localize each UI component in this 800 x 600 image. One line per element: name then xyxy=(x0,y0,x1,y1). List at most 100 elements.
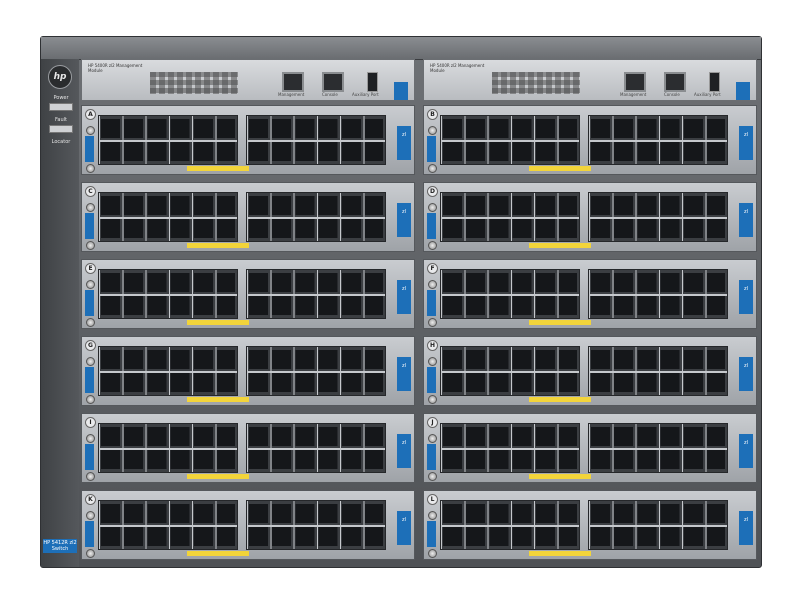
module-pull-tab[interactable]: zl xyxy=(397,203,411,237)
module-left-tab-icon xyxy=(85,444,94,470)
ethernet-port-bank-2[interactable] xyxy=(246,423,386,473)
screw-icon xyxy=(428,395,437,404)
slot-letter: A xyxy=(85,109,96,120)
screw-icon xyxy=(428,318,437,327)
console-port-label: Console xyxy=(322,92,338,97)
status-led-grid-icon xyxy=(492,72,580,94)
line-module-D: Dzl xyxy=(423,182,757,252)
ethernet-port-bank-1[interactable] xyxy=(98,115,238,165)
management-port[interactable] xyxy=(282,72,304,92)
ethernet-port-bank-1[interactable] xyxy=(440,500,580,550)
power-led-label: Power xyxy=(53,95,69,101)
ethernet-port-bank-1[interactable] xyxy=(98,423,238,473)
screw-icon xyxy=(428,357,437,366)
module-pull-tab[interactable]: zl xyxy=(739,280,753,314)
module-pull-tab[interactable] xyxy=(394,82,408,100)
line-module-L: Lzl xyxy=(423,490,757,560)
console-port[interactable] xyxy=(664,72,686,92)
ethernet-port-bank-1[interactable] xyxy=(98,269,238,319)
module-left-tab-icon xyxy=(85,521,94,547)
ethernet-port-bank-2[interactable] xyxy=(246,346,386,396)
slot-letter: G xyxy=(85,340,96,351)
module-pull-tab[interactable]: zl xyxy=(397,357,411,391)
module-left-tab-icon xyxy=(427,136,436,162)
poe-label-icon xyxy=(187,243,249,248)
module-pull-tab[interactable]: zl xyxy=(397,511,411,545)
screw-icon xyxy=(428,203,437,212)
management-port-label: Management xyxy=(620,92,647,97)
ethernet-port-bank-2[interactable] xyxy=(588,500,728,550)
poe-label-icon xyxy=(529,474,591,479)
module-left-tab-icon xyxy=(427,444,436,470)
screw-icon xyxy=(428,549,437,558)
module-pull-tab[interactable] xyxy=(736,82,750,100)
module-pull-tab[interactable]: zl xyxy=(397,434,411,468)
module-pull-tab[interactable]: zl xyxy=(739,203,753,237)
ethernet-port-bank-2[interactable] xyxy=(246,500,386,550)
management-module-1: HP 5400R zl2 Management Module Managemen… xyxy=(81,59,415,101)
screw-icon xyxy=(86,164,95,173)
console-port[interactable] xyxy=(322,72,344,92)
power-led-icon xyxy=(49,103,73,111)
slot-letter: L xyxy=(427,494,438,505)
module-pull-tab[interactable]: zl xyxy=(397,280,411,314)
ethernet-port-bank-2[interactable] xyxy=(588,346,728,396)
screw-icon xyxy=(86,280,95,289)
ethernet-port-bank-1[interactable] xyxy=(440,192,580,242)
line-module-K: Kzl xyxy=(81,490,415,560)
ethernet-port-bank-1[interactable] xyxy=(98,346,238,396)
screw-icon xyxy=(86,318,95,327)
screw-icon xyxy=(428,241,437,250)
line-module-B: Bzl xyxy=(423,105,757,175)
ethernet-port-bank-1[interactable] xyxy=(440,346,580,396)
line-module-G: Gzl xyxy=(81,336,415,406)
ethernet-port-bank-1[interactable] xyxy=(98,500,238,550)
status-led-grid-icon xyxy=(150,72,238,94)
module-left-tab-icon xyxy=(85,290,94,316)
slot-letter: D xyxy=(427,186,438,197)
ethernet-port-bank-2[interactable] xyxy=(588,423,728,473)
screw-icon xyxy=(428,472,437,481)
ethernet-port-bank-2[interactable] xyxy=(588,192,728,242)
console-port-label: Console xyxy=(664,92,680,97)
screw-icon xyxy=(86,549,95,558)
line-module-J: Jzl xyxy=(423,413,757,483)
slot-letter: H xyxy=(427,340,438,351)
poe-label-icon xyxy=(187,166,249,171)
management-port[interactable] xyxy=(624,72,646,92)
ethernet-port-bank-2[interactable] xyxy=(246,115,386,165)
slot-letter: I xyxy=(85,417,96,428)
module-left-tab-icon xyxy=(85,213,94,239)
screw-icon xyxy=(86,511,95,520)
ethernet-port-bank-2[interactable] xyxy=(588,269,728,319)
auxiliary-usb-port[interactable] xyxy=(367,72,378,92)
auxiliary-usb-port[interactable] xyxy=(709,72,720,92)
management-module-title: HP 5400R zl2 Management Module xyxy=(88,63,143,73)
ethernet-port-bank-1[interactable] xyxy=(440,115,580,165)
module-left-tab-icon xyxy=(427,290,436,316)
screw-icon xyxy=(86,241,95,250)
ethernet-port-bank-2[interactable] xyxy=(588,115,728,165)
ethernet-port-bank-1[interactable] xyxy=(98,192,238,242)
module-left-tab-icon xyxy=(427,521,436,547)
ethernet-port-bank-1[interactable] xyxy=(440,423,580,473)
poe-label-icon xyxy=(187,397,249,402)
chassis-left-rail: hp Power Fault Locator HP 5412R zl2 Swit… xyxy=(41,59,79,567)
line-module-C: Czl xyxy=(81,182,415,252)
module-pull-tab[interactable]: zl xyxy=(739,126,753,160)
ethernet-port-bank-2[interactable] xyxy=(246,269,386,319)
module-pull-tab[interactable]: zl xyxy=(739,357,753,391)
switch-chassis: hp Power Fault Locator HP 5412R zl2 Swit… xyxy=(40,36,762,568)
screw-icon xyxy=(86,126,95,135)
locator-led-label: Locator xyxy=(51,139,71,145)
screw-icon xyxy=(86,472,95,481)
module-pull-tab[interactable]: zl xyxy=(739,434,753,468)
ethernet-port-bank-1[interactable] xyxy=(440,269,580,319)
line-module-I: Izl xyxy=(81,413,415,483)
poe-label-icon xyxy=(529,551,591,556)
poe-label-icon xyxy=(529,243,591,248)
module-pull-tab[interactable]: zl xyxy=(397,126,411,160)
screw-icon xyxy=(86,395,95,404)
ethernet-port-bank-2[interactable] xyxy=(246,192,386,242)
module-pull-tab[interactable]: zl xyxy=(739,511,753,545)
